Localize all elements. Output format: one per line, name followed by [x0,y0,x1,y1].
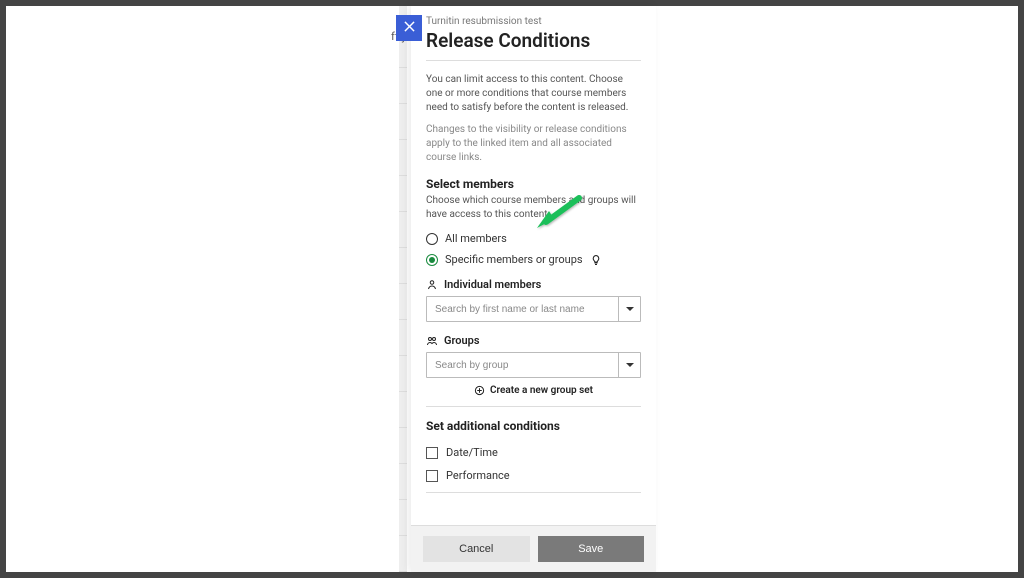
release-conditions-panel: Turnitin resubmission test Release Condi… [411,6,656,572]
select-members-heading: Select members [426,177,641,191]
select-members-description: Choose which course members and groups w… [426,194,641,222]
panel-description: You can limit access to this content. Ch… [426,73,641,115]
radio-icon [426,233,438,245]
individual-members-combobox[interactable] [426,296,641,322]
additional-conditions-heading: Set additional conditions [426,419,641,433]
performance-checkbox-row[interactable]: Performance [426,469,641,482]
create-group-set-link[interactable]: Create a new group set [426,385,641,396]
page-title: Release Conditions [426,29,641,52]
chevron-down-icon [626,307,634,311]
radio-label: Specific members or groups [445,253,583,266]
divider [426,60,641,61]
dropdown-toggle[interactable] [618,297,640,321]
panel-footer: Cancel Save [411,525,656,572]
lightbulb-icon [590,254,602,266]
plus-circle-icon [474,385,485,396]
divider [426,406,641,407]
checkbox-label: Performance [446,469,510,482]
panel-subdescription: Changes to the visibility or release con… [426,123,641,165]
checkbox-label: Date/Time [446,446,498,459]
background-column [399,6,407,572]
radio-icon-selected [426,254,438,266]
groups-icon [426,335,438,347]
individual-members-label: Individual members [426,278,641,291]
breadcrumb: Turnitin resubmission test [426,16,641,27]
chevron-down-icon [626,363,634,367]
person-icon [426,279,438,291]
radio-label: All members [445,232,507,245]
close-button[interactable] [396,15,422,41]
divider [426,492,641,493]
datetime-checkbox-row[interactable]: Date/Time [426,446,641,459]
radio-specific-members[interactable]: Specific members or groups [426,253,641,266]
save-button[interactable]: Save [538,536,645,562]
groups-combobox[interactable] [426,352,641,378]
checkbox-icon [426,470,438,482]
checkbox-icon [426,447,438,459]
close-icon [404,20,415,36]
groups-input[interactable] [427,353,618,377]
radio-all-members[interactable]: All members [426,232,641,245]
cancel-button[interactable]: Cancel [423,536,530,562]
groups-label: Groups [426,334,641,347]
dropdown-toggle[interactable] [618,353,640,377]
individual-members-input[interactable] [427,297,618,321]
